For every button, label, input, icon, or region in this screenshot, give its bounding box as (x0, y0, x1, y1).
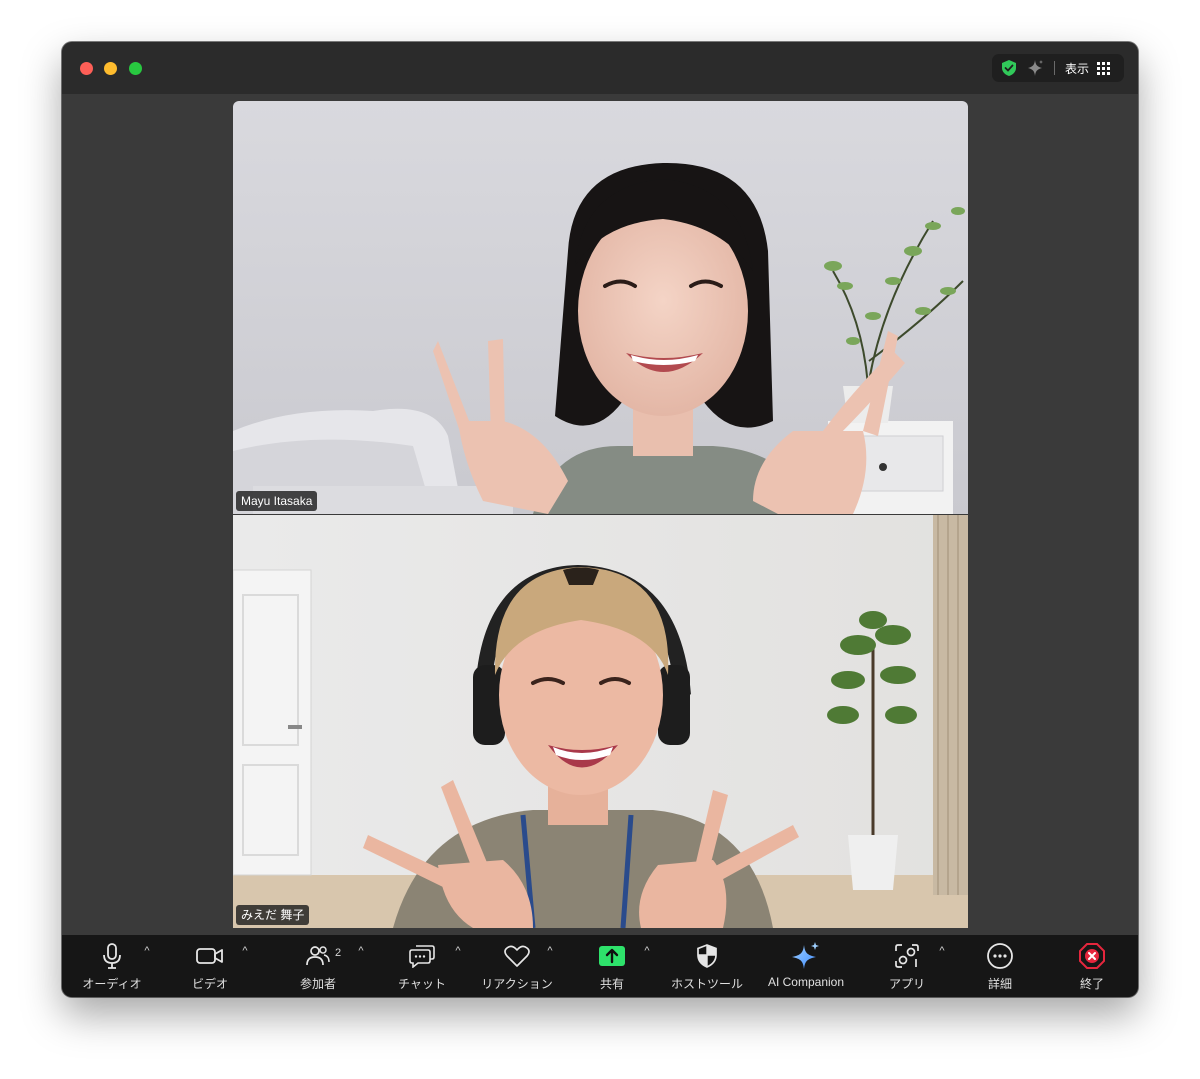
end-meeting-button[interactable]: 終了 (1072, 935, 1112, 997)
apps-label: アプリ (888, 977, 925, 991)
close-window-button[interactable] (80, 62, 93, 75)
ai-companion-label: AI Companion (767, 975, 845, 989)
grid-view-icon[interactable] (1097, 61, 1111, 75)
more-button[interactable]: 詳細 (980, 935, 1020, 997)
participant-name-tag: みえだ 舞子 (236, 905, 310, 925)
participant-name-tag: Mayu Itasaka (236, 491, 318, 511)
participants-label: 参加者 (299, 977, 336, 991)
ai-sparkle-icon[interactable] (1026, 59, 1044, 77)
chat-icon (409, 941, 435, 971)
divider (1054, 61, 1055, 75)
meeting-window: 表示 Mayu Itasaka みえだ 舞子 オーディオ ^ ビデオ ^ 参加者… (62, 42, 1138, 997)
more-label: 詳細 (987, 977, 1012, 991)
participants-icon (306, 941, 330, 971)
chat-label: チャット (398, 977, 446, 991)
top-right-controls: 表示 (992, 54, 1124, 82)
apps-options-chevron-up-icon[interactable]: ^ (935, 945, 949, 957)
meeting-toolbar: オーディオ ^ ビデオ ^ 参加者 2 ^ チャット ^ リアクション ^ 共有… (62, 935, 1138, 997)
apps-icon (894, 941, 920, 971)
more-icon (986, 941, 1014, 971)
ai-sparkle-icon (791, 941, 821, 971)
apps-button[interactable]: アプリ (882, 935, 932, 997)
reaction-label: リアクション (481, 977, 553, 991)
video-options-chevron-up-icon[interactable]: ^ (238, 945, 252, 957)
chat-options-chevron-up-icon[interactable]: ^ (451, 945, 465, 957)
participant-video (233, 101, 968, 514)
end-meeting-label: 終了 (1079, 977, 1104, 991)
participants-count: 2 (335, 947, 342, 959)
host-tools-label: ホストツール (670, 977, 743, 991)
video-tile-participant-1[interactable]: Mayu Itasaka (233, 101, 968, 514)
reaction-options-chevron-up-icon[interactable]: ^ (543, 945, 557, 957)
ai-companion-button[interactable]: AI Companion (756, 935, 856, 997)
share-options-chevron-up-icon[interactable]: ^ (640, 945, 654, 957)
participants-options-chevron-up-icon[interactable]: ^ (354, 945, 368, 957)
end-meeting-icon (1078, 941, 1106, 971)
share-screen-icon (598, 941, 626, 971)
security-shield-icon[interactable] (1000, 59, 1018, 77)
video-camera-icon (196, 941, 224, 971)
view-button[interactable]: 表示 (1065, 60, 1089, 77)
chat-button[interactable]: チャット (392, 935, 452, 997)
participant-video (233, 515, 968, 928)
host-shield-icon (696, 941, 718, 971)
title-bar: 表示 (62, 42, 1138, 94)
audio-options-chevron-up-icon[interactable]: ^ (140, 945, 154, 957)
share-button[interactable]: 共有 (590, 935, 634, 997)
video-tile-participant-2[interactable]: みえだ 舞子 (233, 515, 968, 928)
audio-label: オーディオ (82, 977, 142, 991)
share-label: 共有 (599, 977, 624, 991)
participants-button[interactable]: 参加者 (288, 935, 348, 997)
zoom-window-button[interactable] (129, 62, 142, 75)
audio-button[interactable]: オーディオ (77, 935, 147, 997)
host-tools-button[interactable]: ホストツール (662, 935, 752, 997)
heart-icon (504, 941, 530, 971)
video-label: ビデオ (191, 977, 228, 991)
minimize-window-button[interactable] (104, 62, 117, 75)
video-button[interactable]: ビデオ (180, 935, 240, 997)
microphone-icon (101, 941, 123, 971)
